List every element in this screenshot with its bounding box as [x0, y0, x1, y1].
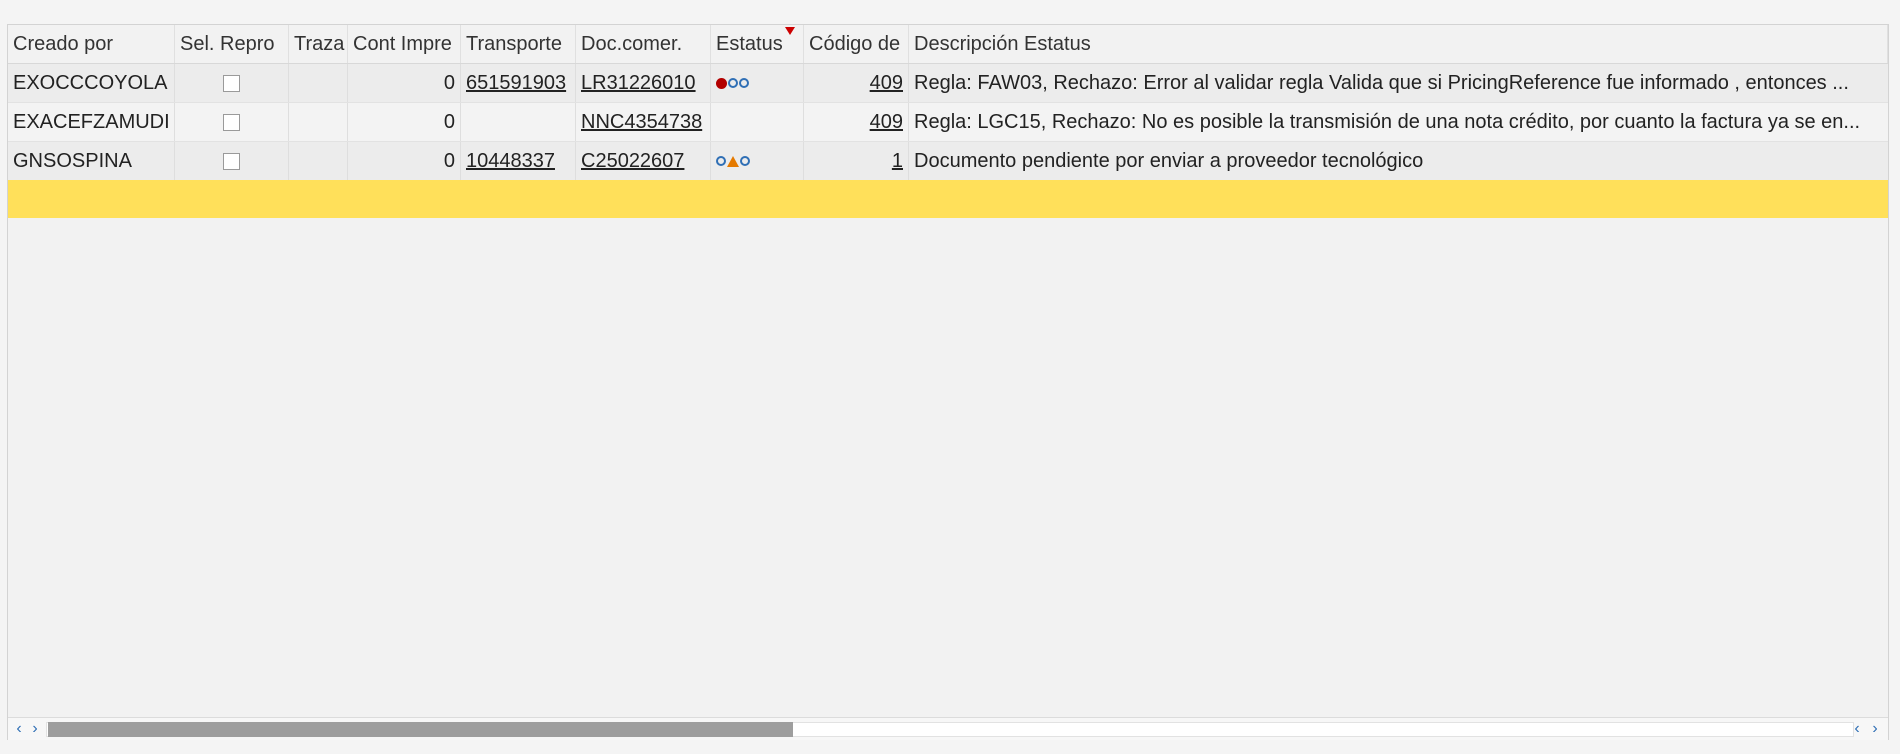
reprocess-checkbox[interactable]	[223, 152, 240, 170]
selected-empty-row[interactable]	[8, 180, 1888, 218]
codigo-link[interactable]: 1	[892, 150, 903, 173]
cell-sel-repro	[175, 103, 289, 141]
blue-ring-icon	[739, 78, 749, 88]
blue-ring-icon	[728, 78, 738, 88]
blue-ring-icon	[740, 156, 750, 166]
cell-transporte	[461, 103, 576, 141]
results-grid: Creado por Sel. Repro Traza Cont Impre T…	[7, 24, 1889, 740]
column-header-cont-impre[interactable]: Cont Impre	[348, 25, 461, 63]
cell-doc-comer: NNC4354738	[576, 103, 711, 141]
table-row[interactable]: EXACEFZAMUDI 0 NNC4354738 409 Regla: LGC…	[8, 103, 1888, 142]
column-header-transporte[interactable]: Transporte	[461, 25, 576, 63]
codigo-link[interactable]: 409	[870, 72, 903, 95]
scrollbar-thumb[interactable]	[48, 722, 793, 737]
cell-doc-comer: LR31226010	[576, 64, 711, 102]
red-dot-icon	[716, 77, 727, 89]
cell-estatus	[711, 103, 804, 141]
cell-codigo: 409	[804, 64, 909, 102]
cell-codigo: 409	[804, 103, 909, 141]
cell-doc-comer: C25022607	[576, 142, 711, 180]
cell-traza	[289, 64, 348, 102]
blue-ring-icon	[716, 156, 726, 166]
doc-comer-link[interactable]: C25022607	[581, 150, 684, 173]
table-row[interactable]: EXOCCCOYOLA 0 651591903 LR31226010 409 R…	[8, 64, 1888, 103]
codigo-link[interactable]: 409	[870, 111, 903, 134]
cell-descripcion: Documento pendiente por enviar a proveed…	[909, 142, 1888, 180]
table-row[interactable]: GNSOSPINA 0 10448337 C25022607 1 Documen…	[8, 142, 1888, 181]
cell-transporte: 651591903	[461, 64, 576, 102]
column-header-descripcion-estatus[interactable]: Descripción Estatus	[909, 25, 1888, 63]
scroll-right-arrow-icon[interactable]: ›	[1866, 718, 1884, 740]
status-icons	[716, 77, 749, 89]
cell-codigo: 1	[804, 142, 909, 180]
transporte-link[interactable]: 651591903	[466, 72, 566, 95]
orange-triangle-icon	[727, 155, 739, 167]
cell-sel-repro	[175, 142, 289, 180]
reprocess-checkbox[interactable]	[223, 113, 240, 131]
cell-cont-impre: 0	[348, 64, 461, 102]
column-header-traza[interactable]: Traza	[289, 25, 348, 63]
status-description: Regla: FAW03, Rechazo: Error al validar …	[914, 71, 1849, 94]
reprocess-checkbox[interactable]	[223, 74, 240, 92]
transporte-link[interactable]: 10448337	[466, 150, 555, 173]
cell-traza	[289, 103, 348, 141]
column-header-doc-comer[interactable]: Doc.comer.	[576, 25, 711, 63]
column-header-estatus-label: Estatus	[716, 32, 783, 55]
cell-creado-por: EXOCCCOYOLA	[8, 64, 175, 102]
column-header-creado-por[interactable]: Creado por	[8, 25, 175, 63]
scroll-right-arrow-icon[interactable]: ›	[26, 718, 44, 740]
column-header-codigo[interactable]: Código de	[804, 25, 909, 63]
cell-creado-por: EXACEFZAMUDI	[8, 103, 175, 141]
status-icons	[716, 155, 750, 167]
doc-comer-link[interactable]: NNC4354738	[581, 111, 702, 134]
cell-transporte: 10448337	[461, 142, 576, 180]
status-description: Documento pendiente por enviar a proveed…	[914, 149, 1424, 172]
cell-descripcion: Regla: LGC15, Rechazo: No es posible la …	[909, 103, 1888, 141]
cell-creado-por: GNSOSPINA	[8, 142, 175, 180]
cell-descripcion: Regla: FAW03, Rechazo: Error al validar …	[909, 64, 1888, 102]
cell-cont-impre: 0	[348, 103, 461, 141]
status-description: Regla: LGC15, Rechazo: No es posible la …	[914, 110, 1861, 133]
horizontal-scrollbar[interactable]: ‹ › ‹ ›	[8, 717, 1888, 740]
cell-estatus	[711, 64, 804, 102]
cell-traza	[289, 142, 348, 180]
column-header-sel-repro[interactable]: Sel. Repro	[175, 25, 289, 63]
sort-descending-icon	[785, 27, 795, 35]
cell-sel-repro	[175, 64, 289, 102]
scroll-left-arrow-icon[interactable]: ‹	[1848, 718, 1866, 740]
cell-estatus	[711, 142, 804, 180]
doc-comer-link[interactable]: LR31226010	[581, 72, 696, 95]
column-header-row: Creado por Sel. Repro Traza Cont Impre T…	[8, 25, 1888, 64]
column-header-estatus[interactable]: Estatus	[711, 25, 804, 63]
cell-cont-impre: 0	[348, 142, 461, 180]
